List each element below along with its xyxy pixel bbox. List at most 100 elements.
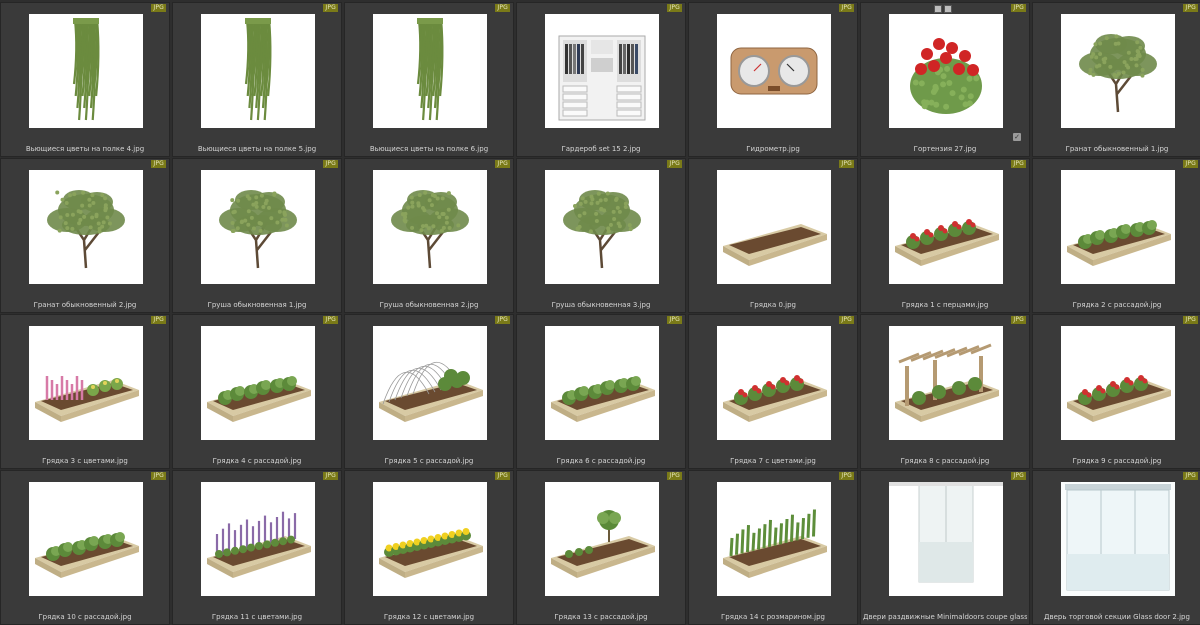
file-thumbnail-grid: JPG Вьющиеся цветы на полке 4.jpg JPG Вьющи… <box>0 0 1200 625</box>
edit-icon[interactable] <box>944 5 952 13</box>
file-name-label: Дверь торговой секции Glass door 2.jpg <box>1035 613 1199 621</box>
file-type-badge: JPG <box>1183 472 1198 480</box>
file-thumbnail-item[interactable]: JPG Груша обыкновенная 3.jpg <box>516 158 686 313</box>
file-thumbnail-item[interactable]: JPG Грядка 7 с цветами.jpg <box>688 314 858 469</box>
file-name-label: Грядка 7 с цветами.jpg <box>691 457 855 465</box>
frame-icon[interactable] <box>934 5 942 13</box>
select-checkbox-icon[interactable]: ✓ <box>1013 133 1021 141</box>
file-type-badge: JPG <box>1011 160 1026 168</box>
file-type-badge: JPG <box>495 4 510 12</box>
file-name-label: Грядка 14 с розмарином.jpg <box>691 613 855 621</box>
thumbnail-image <box>29 14 143 128</box>
file-name-label: Грядка 3 с цветами.jpg <box>3 457 167 465</box>
file-type-badge: JPG <box>839 160 854 168</box>
thumbnail-image <box>889 170 1003 284</box>
file-type-badge: JPG <box>1183 316 1198 324</box>
file-type-badge: JPG <box>667 316 682 324</box>
file-type-badge: JPG <box>323 316 338 324</box>
file-thumbnail-item[interactable]: JPG Грядка 12 с цветами.jpg <box>344 470 514 625</box>
thumbnail-image <box>201 482 315 596</box>
thumbnail-image <box>1061 170 1175 284</box>
file-name-label: Грядка 6 с рассадой.jpg <box>519 457 683 465</box>
thumbnail-image <box>201 170 315 284</box>
file-name-label: Вьющиеся цветы на полке 5.jpg <box>175 145 339 153</box>
file-thumbnail-item[interactable]: JPG Двери раздвижные Minimaldoors coupe g… <box>860 470 1030 625</box>
file-thumbnail-item[interactable]: JPG Грядка 14 с розмарином.jpg <box>688 470 858 625</box>
hover-tools[interactable] <box>934 5 952 13</box>
file-name-label: Грядка 0.jpg <box>691 301 855 309</box>
thumbnail-image <box>1061 482 1175 596</box>
file-thumbnail-item[interactable]: JPG Грядка 4 с рассадой.jpg <box>172 314 342 469</box>
file-name-label: Грядка 12 с цветами.jpg <box>347 613 511 621</box>
thumbnail-image <box>29 482 143 596</box>
thumbnail-image <box>717 14 831 128</box>
file-name-label: Грядка 2 с рассадой.jpg <box>1035 301 1199 309</box>
file-name-label: Грядка 9 с рассадой.jpg <box>1035 457 1199 465</box>
file-type-badge: JPG <box>495 472 510 480</box>
thumbnail-image <box>545 326 659 440</box>
file-thumbnail-item[interactable]: JPG Вьющиеся цветы на полке 5.jpg <box>172 2 342 157</box>
file-name-label: Грядка 13 с рассадой.jpg <box>519 613 683 621</box>
file-thumbnail-item[interactable]: JPG Грядка 0.jpg <box>688 158 858 313</box>
file-name-label: Гидрометр.jpg <box>691 145 855 153</box>
file-type-badge: JPG <box>323 160 338 168</box>
file-name-label: Гранат обыкновенный 1.jpg <box>1035 145 1199 153</box>
file-type-badge: JPG <box>839 4 854 12</box>
file-type-badge: JPG <box>1011 472 1026 480</box>
thumbnail-image <box>1061 14 1175 128</box>
thumbnail-image <box>889 326 1003 440</box>
file-thumbnail-item[interactable]: JPG Вьющиеся цветы на полке 6.jpg <box>344 2 514 157</box>
file-type-badge: JPG <box>1183 4 1198 12</box>
file-thumbnail-item[interactable]: JPG Гардероб set 15 2.jpg <box>516 2 686 157</box>
file-thumbnail-item[interactable]: JPG Грядка 6 с рассадой.jpg <box>516 314 686 469</box>
file-type-badge: JPG <box>1183 160 1198 168</box>
file-type-badge: JPG <box>667 160 682 168</box>
file-type-badge: JPG <box>839 472 854 480</box>
file-thumbnail-item[interactable]: JPG Грядка 3 с цветами.jpg <box>0 314 170 469</box>
file-thumbnail-item[interactable]: JPG Грядка 9 с рассадой.jpg <box>1032 314 1200 469</box>
file-name-label: Грядка 4 с рассадой.jpg <box>175 457 339 465</box>
file-type-badge: JPG <box>323 4 338 12</box>
file-thumbnail-item[interactable]: JPG Грядка 2 с рассадой.jpg <box>1032 158 1200 313</box>
thumbnail-image <box>545 170 659 284</box>
file-thumbnail-item[interactable]: JPG Грядка 10 с рассадой.jpg <box>0 470 170 625</box>
file-thumbnail-item[interactable]: JPG Грядка 1 с перцами.jpg <box>860 158 1030 313</box>
thumbnail-image <box>373 170 487 284</box>
file-name-label: Груша обыкновенная 1.jpg <box>175 301 339 309</box>
file-name-label: Двери раздвижные Minimaldoors coupe glas… <box>863 613 1027 621</box>
thumbnail-image <box>717 482 831 596</box>
file-name-label: Грядка 11 с цветами.jpg <box>175 613 339 621</box>
thumbnail-image <box>201 326 315 440</box>
thumbnail-image <box>717 170 831 284</box>
file-name-label: Грядка 10 с рассадой.jpg <box>3 613 167 621</box>
thumbnail-image <box>889 14 1003 128</box>
file-thumbnail-item[interactable]: JPG Грядка 13 с рассадой.jpg <box>516 470 686 625</box>
thumbnail-image <box>889 482 1003 596</box>
file-thumbnail-item[interactable]: JPG Гортензия 27.jpg ✓ <box>860 2 1030 157</box>
file-thumbnail-item[interactable]: JPG Вьющиеся цветы на полке 4.jpg <box>0 2 170 157</box>
file-name-label: Гортензия 27.jpg <box>863 145 1027 153</box>
file-name-label: Гранат обыкновенный 2.jpg <box>3 301 167 309</box>
file-name-label: Груша обыкновенная 3.jpg <box>519 301 683 309</box>
file-type-badge: JPG <box>151 4 166 12</box>
file-type-badge: JPG <box>495 160 510 168</box>
file-type-badge: JPG <box>1011 4 1026 12</box>
file-type-badge: JPG <box>839 316 854 324</box>
file-thumbnail-item[interactable]: JPG Гидрометр.jpg <box>688 2 858 157</box>
file-thumbnail-item[interactable]: JPG Гранат обыкновенный 2.jpg <box>0 158 170 313</box>
file-name-label: Груша обыкновенная 2.jpg <box>347 301 511 309</box>
file-thumbnail-item[interactable]: JPG Гранат обыкновенный 1.jpg <box>1032 2 1200 157</box>
file-thumbnail-item[interactable]: JPG Грядка 11 с цветами.jpg <box>172 470 342 625</box>
file-type-badge: JPG <box>1011 316 1026 324</box>
file-thumbnail-item[interactable]: JPG Груша обыкновенная 1.jpg <box>172 158 342 313</box>
file-name-label: Грядка 5 с рассадой.jpg <box>347 457 511 465</box>
thumbnail-image <box>717 326 831 440</box>
file-thumbnail-item[interactable]: JPG Грядка 8 с рассадой.jpg <box>860 314 1030 469</box>
file-type-badge: JPG <box>323 472 338 480</box>
file-thumbnail-item[interactable]: JPG Грядка 5 с рассадой.jpg <box>344 314 514 469</box>
file-type-badge: JPG <box>151 472 166 480</box>
file-type-badge: JPG <box>667 472 682 480</box>
file-thumbnail-item[interactable]: JPG Груша обыкновенная 2.jpg <box>344 158 514 313</box>
file-thumbnail-item[interactable]: JPG Дверь торговой секции Glass door 2.jp… <box>1032 470 1200 625</box>
thumbnail-image <box>373 14 487 128</box>
